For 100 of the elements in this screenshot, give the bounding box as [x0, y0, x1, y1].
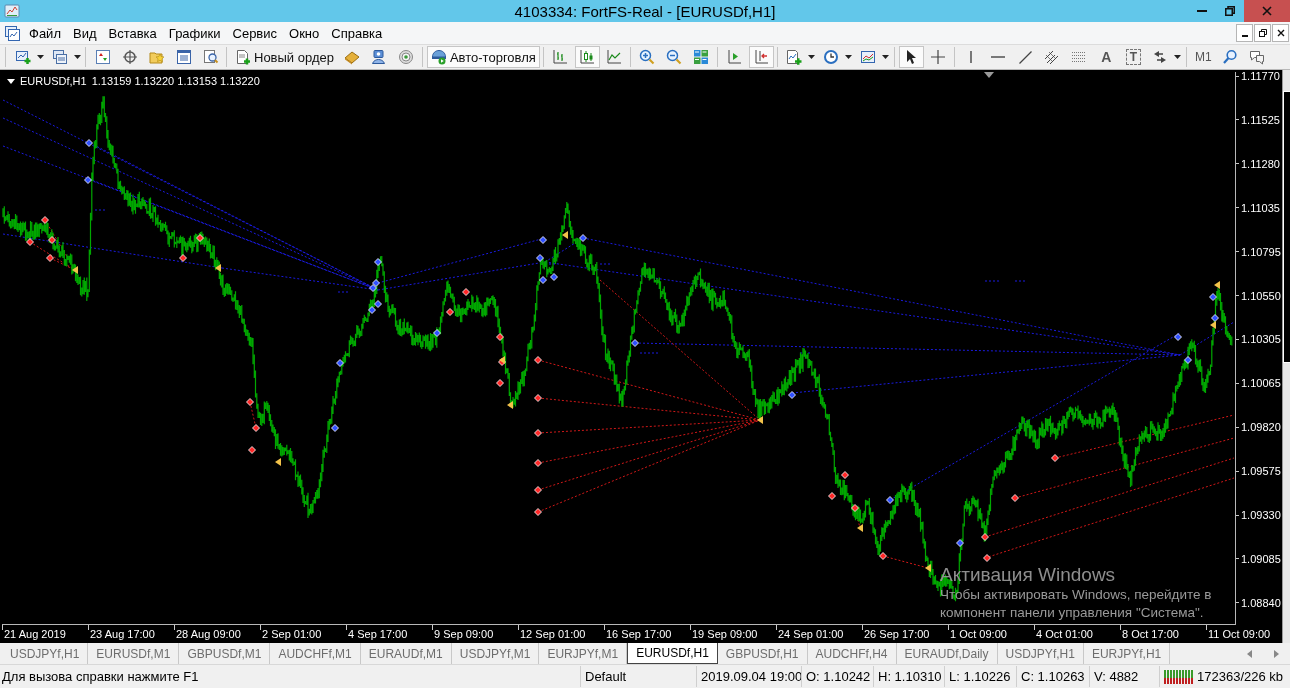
chart-tab[interactable]: USDJPYf,H1: [2, 643, 89, 664]
star-folder-icon: [148, 49, 165, 65]
caret-icon: [1174, 55, 1182, 59]
price-label: 1.11280: [1241, 157, 1280, 170]
price-label: 1.10795: [1241, 245, 1281, 258]
zoom-in-icon: [639, 49, 656, 65]
vertical-line-icon: [970, 51, 973, 63]
auto-trading-button[interactable]: Авто-торговля: [426, 46, 540, 68]
price-label: 1.11525: [1241, 113, 1280, 126]
price-label: 1.08840: [1241, 596, 1281, 609]
chart-tab[interactable]: EURAUDf,M1: [360, 643, 452, 664]
time-label: 23 Aug 17:00: [90, 628, 155, 640]
triangle-marker-icon[interactable]: [984, 72, 994, 78]
diagonal-line-icon: [1018, 50, 1032, 64]
chart-tab[interactable]: EURAUDf,Daily: [896, 643, 998, 664]
menu-item[interactable]: Графики: [162, 23, 227, 43]
caret-icon: [73, 55, 81, 59]
price-label: 1.09575: [1241, 465, 1281, 478]
line-chart-icon: [606, 49, 623, 65]
menu-item[interactable]: Окно: [283, 23, 326, 43]
candlestick-button[interactable]: [574, 46, 600, 68]
menu-item[interactable]: Вид: [66, 23, 103, 43]
child-close-button[interactable]: [1272, 24, 1289, 42]
list-window-icon: [175, 49, 192, 65]
price-label: 1.10065: [1241, 377, 1281, 390]
child-minimize-button[interactable]: [1236, 24, 1253, 42]
crosshair-icon: [930, 49, 947, 65]
time-label: 9 Sep 09:00: [434, 628, 494, 640]
app-icon: [4, 3, 20, 19]
chart-tab[interactable]: AUDCHFf,H4: [807, 643, 897, 664]
text-tool-button[interactable]: A: [1093, 46, 1119, 68]
document-window-icon[interactable]: [4, 25, 20, 41]
crosshair-circle-icon: [121, 49, 138, 65]
price-label: 1.10550: [1241, 289, 1281, 302]
time-label: 19 Sep 09:00: [692, 628, 758, 640]
close-price: C: 1.10263: [1021, 669, 1085, 684]
time-label: 16 Sep 17:00: [606, 628, 672, 640]
time-label: 21 Aug 2019: [4, 628, 66, 640]
chart-shift-button[interactable]: [748, 46, 774, 68]
chart-quotes: 1.13159 1.13220 1.13153 1.13220: [91, 75, 260, 87]
menu-item[interactable]: Файл: [23, 23, 67, 43]
cursor-icon: [905, 49, 917, 65]
chart-tab[interactable]: GBPUSDf,M1: [179, 643, 271, 664]
dotted-lines-icon: [1072, 52, 1087, 62]
chart-tab[interactable]: USDJPYf,H1: [997, 643, 1084, 664]
clock-icon: [823, 49, 840, 65]
close-icon: [1262, 6, 1272, 16]
rhombus-icon: [344, 49, 361, 65]
low-price: L: 1.10226: [949, 669, 1011, 684]
scroll-left-icon[interactable]: [1247, 649, 1252, 658]
arrows-window-icon: [94, 49, 111, 65]
cursor-button[interactable]: [898, 46, 924, 68]
caret-icon[interactable]: [7, 78, 15, 84]
chart-window-icon: [860, 49, 877, 65]
horizontal-line-icon: [991, 56, 1006, 58]
tiles-icon: [693, 49, 710, 65]
window-title: 4103334: FortFS-Real - [EURUSDf,H1]: [514, 2, 776, 20]
time-label: 11 Oct 09:00: [1208, 628, 1271, 640]
price-label: 1.09820: [1241, 421, 1281, 434]
child-restore-button[interactable]: [1254, 24, 1271, 42]
price-label: 1.11035: [1241, 201, 1280, 214]
chart-tab[interactable]: AUDCHFf,M1: [270, 643, 361, 664]
dome-play-icon: [430, 49, 447, 65]
speech-bubbles-icon: [1249, 49, 1266, 65]
document-plus-icon: [786, 49, 803, 65]
menu-item[interactable]: Сервис: [226, 23, 284, 43]
chart-symbol: EURUSDf,H1: [20, 75, 87, 87]
window-plus-icon: [14, 49, 31, 65]
minimize-icon: [1241, 35, 1248, 37]
price-label: 1.09330: [1241, 509, 1281, 522]
menu-item[interactable]: Справка: [325, 23, 389, 43]
chart-tab[interactable]: USDJPYf,M1: [451, 643, 540, 664]
chart-tab[interactable]: GBPUSDf,H1: [717, 643, 808, 664]
chart-tab[interactable]: EURUSDf,M1: [88, 643, 180, 664]
time-label: 4 Oct 01:00: [1036, 628, 1093, 640]
rings-icon: [398, 49, 415, 65]
price-label: 1.11770: [1241, 70, 1280, 82]
menu-item[interactable]: Вставка: [102, 23, 163, 43]
connection-bars-icon: [1164, 669, 1193, 684]
caret-icon: [808, 55, 816, 59]
chart-tab[interactable]: EURJPYf,H1: [1083, 643, 1171, 664]
zoom-out-icon: [666, 49, 683, 65]
volume: V: 4882: [1094, 669, 1139, 684]
document-plus-icon: [235, 49, 251, 65]
new-order-button[interactable]: Новый ордер: [231, 46, 338, 68]
axis-arrow-icon: [753, 49, 770, 65]
bar-time: 2019.09.04 19:00: [701, 669, 803, 684]
label-tool-button[interactable]: T: [1120, 46, 1146, 68]
caret-icon: [882, 55, 890, 59]
parallel-lines-icon: [1044, 49, 1061, 65]
open-price: O: 1.10242: [806, 669, 871, 684]
axis-play-icon: [726, 49, 743, 65]
chart-tab[interactable]: EURUSDf,H1: [627, 643, 718, 664]
time-label: 2 Sep 01:00: [262, 628, 322, 640]
minimize-icon: [1197, 10, 1207, 12]
scroll-right-icon[interactable]: [1274, 649, 1279, 658]
timeframe-button[interactable]: M1: [1190, 46, 1216, 68]
time-label: 4 Sep 17:00: [348, 628, 408, 640]
time-label: 1 Oct 09:00: [950, 628, 1007, 640]
close-icon: [1276, 29, 1285, 37]
